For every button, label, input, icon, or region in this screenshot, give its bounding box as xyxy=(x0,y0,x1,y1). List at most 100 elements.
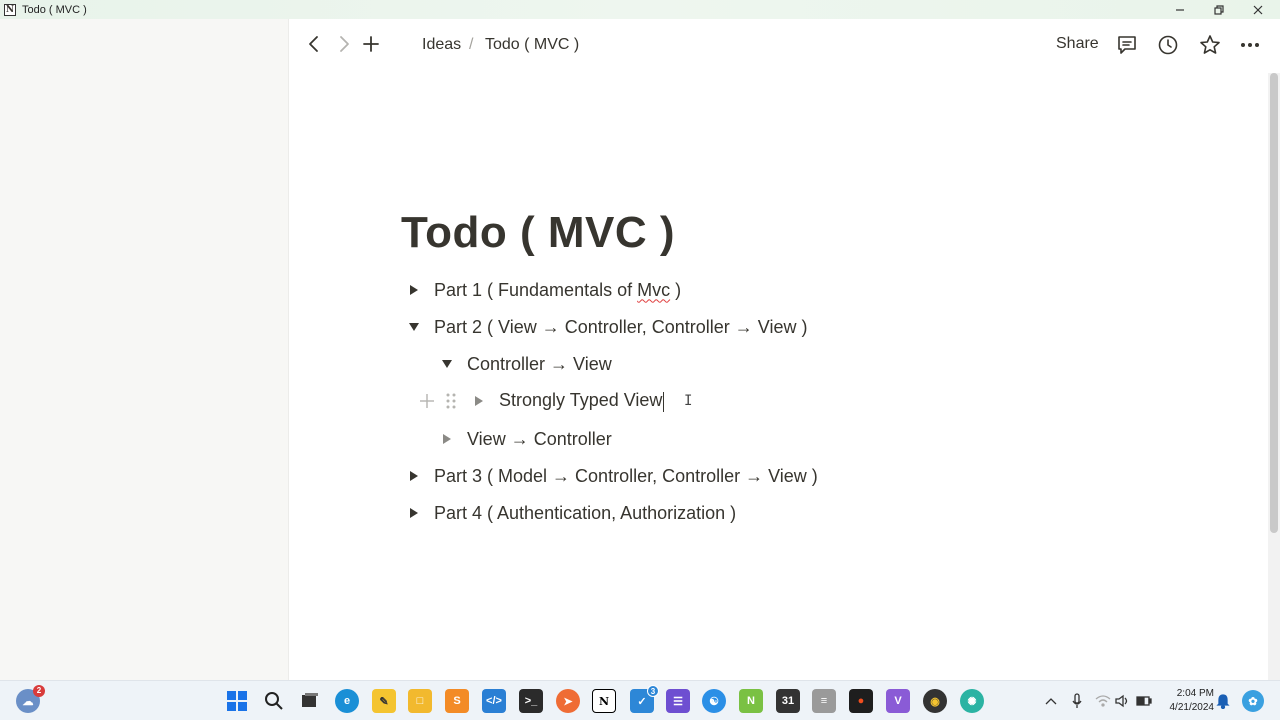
breadcrumb-parent[interactable]: Ideas xyxy=(422,36,461,54)
collapsed-triangle-icon[interactable] xyxy=(469,391,489,411)
toggle-label[interactable]: Strongly Typed View xyxy=(499,390,665,412)
weather-badge: 2 xyxy=(33,685,45,697)
window-title-bar: N Todo ( MVC ) xyxy=(0,0,1280,19)
minimize-button[interactable] xyxy=(1160,0,1200,19)
microphone-button[interactable] xyxy=(1069,693,1085,709)
windows-icon xyxy=(227,691,247,711)
chevron-up-icon xyxy=(1045,698,1057,705)
edge-beta-icon: ☯ xyxy=(709,695,719,708)
nodemon-app[interactable]: N xyxy=(739,689,763,713)
github-desktop-app[interactable]: ☰ xyxy=(666,689,690,713)
sticky-notes-app[interactable]: ✎ xyxy=(372,689,396,713)
terminal-icon: >_ xyxy=(524,695,538,707)
wifi-button[interactable] xyxy=(1095,693,1111,709)
calendar-app[interactable]: 31 xyxy=(776,689,800,713)
chrome-canary-app[interactable]: ◉ xyxy=(923,689,947,713)
share-button[interactable]: Share xyxy=(1056,35,1099,53)
breadcrumb-current[interactable]: Todo ( MVC ) xyxy=(485,36,579,54)
notion-app-icon: N xyxy=(4,3,16,16)
toggle-label[interactable]: Part 1 ( Fundamentals of Mvc ) xyxy=(434,280,681,301)
search-button[interactable] xyxy=(262,689,286,713)
collapsed-triangle-icon[interactable] xyxy=(404,280,424,300)
forward-icon xyxy=(340,36,349,52)
scrollbar-thumb[interactable] xyxy=(1270,73,1278,533)
new-page-button[interactable] xyxy=(359,32,383,56)
more-icon xyxy=(1241,43,1259,47)
comments-button[interactable] xyxy=(1114,32,1140,58)
back-button[interactable] xyxy=(302,32,326,56)
favorite-button[interactable] xyxy=(1197,32,1223,58)
collapsed-triangle-icon[interactable] xyxy=(437,429,457,449)
drag-handle[interactable] xyxy=(445,392,457,410)
plus-icon xyxy=(363,36,379,52)
minimize-icon xyxy=(1176,8,1184,11)
forward-button[interactable] xyxy=(332,32,356,56)
text-caret xyxy=(663,391,665,412)
sublime-text-app[interactable]: S xyxy=(445,689,469,713)
wifi-icon xyxy=(1095,695,1111,707)
tray-overflow-button[interactable] xyxy=(1043,693,1059,709)
github-desktop-icon: ☰ xyxy=(673,695,683,708)
cloud-icon: ☁ xyxy=(22,695,34,708)
figma-app[interactable]: ● xyxy=(849,689,873,713)
edge-dev-app[interactable]: ✺ xyxy=(960,689,984,713)
azure-devops-app[interactable]: ✓ 3 xyxy=(630,685,659,713)
toggle-part-1[interactable]: Part 1 ( Fundamentals of Mvc ) xyxy=(404,275,681,305)
battery-button[interactable] xyxy=(1136,693,1152,709)
file-explorer-app[interactable]: □ xyxy=(408,689,432,713)
comments-icon xyxy=(1118,36,1136,54)
toggle-label[interactable]: View → Controller xyxy=(467,429,612,450)
toggle-label[interactable]: Part 2 ( View → Controller, Controller →… xyxy=(434,317,807,338)
toggle-label[interactable]: Part 3 ( Model → Controller, Controller … xyxy=(434,466,818,487)
toggle-part-3[interactable]: Part 3 ( Model → Controller, Controller … xyxy=(404,461,818,491)
clock[interactable]: 2:04 PM 4/21/2024 xyxy=(1158,687,1215,715)
restore-icon xyxy=(1214,4,1224,15)
vscode-app[interactable]: </> xyxy=(482,689,506,713)
toggle-view-to-controller[interactable]: View → Controller xyxy=(437,424,612,454)
toggle-controller-to-view[interactable]: Controller → View xyxy=(437,349,612,379)
toggle-label[interactable]: Controller → View xyxy=(467,354,612,375)
vs-insiders-app[interactable]: V xyxy=(886,689,910,713)
postman-icon: ➤ xyxy=(563,695,573,708)
star-icon xyxy=(1200,35,1220,54)
edge-beta-app[interactable]: ☯ xyxy=(702,689,726,713)
toggle-strongly-typed-view[interactable]: Strongly Typed View xyxy=(469,386,665,416)
page-title[interactable]: Todo ( MVC ) xyxy=(401,208,675,258)
copilot-button[interactable]: ✿ xyxy=(1242,690,1264,712)
postman-app[interactable]: ➤ xyxy=(556,689,580,713)
add-block-button[interactable] xyxy=(418,392,436,410)
database-app[interactable]: ≡ xyxy=(812,689,836,713)
copilot-icon: ✿ xyxy=(1248,695,1258,708)
restore-button[interactable] xyxy=(1199,0,1239,19)
expanded-triangle-icon[interactable] xyxy=(437,354,457,374)
terminal-app[interactable]: >_ xyxy=(519,689,543,713)
edge-app[interactable]: e xyxy=(335,689,359,713)
vscode-icon: </> xyxy=(486,695,502,707)
toggle-label[interactable]: Part 4 ( Authentication, Authorization ) xyxy=(434,503,736,524)
toggle-part-2[interactable]: Part 2 ( View → Controller, Controller →… xyxy=(404,312,807,342)
volume-button[interactable] xyxy=(1115,693,1131,709)
calendar-icon: 31 xyxy=(781,695,795,707)
folder-icon: □ xyxy=(416,695,424,707)
toggle-part-4[interactable]: Part 4 ( Authentication, Authorization ) xyxy=(404,498,736,528)
checkmark-icon: ✓ xyxy=(637,695,647,708)
notion-app[interactable]: N xyxy=(592,689,616,713)
sticky-notes-icon: ✎ xyxy=(379,695,389,708)
task-view-button[interactable] xyxy=(298,689,322,713)
microphone-icon xyxy=(1072,693,1082,708)
close-window-button[interactable] xyxy=(1238,0,1278,19)
more-button[interactable] xyxy=(1237,32,1263,58)
updates-button[interactable] xyxy=(1155,32,1181,58)
start-button[interactable] xyxy=(225,689,249,713)
task-view-icon xyxy=(302,693,318,707)
weather-widget[interactable]: ☁ 2 xyxy=(16,685,45,713)
collapsed-triangle-icon[interactable] xyxy=(404,503,424,523)
battery-icon xyxy=(1136,696,1152,706)
notion-icon: N xyxy=(598,694,610,708)
edge-icon: e xyxy=(343,695,351,707)
figma-icon: ● xyxy=(857,695,865,707)
collapsed-triangle-icon[interactable] xyxy=(404,466,424,486)
expanded-triangle-icon[interactable] xyxy=(404,317,424,337)
bell-icon xyxy=(1216,694,1230,709)
notifications-button[interactable] xyxy=(1215,693,1231,709)
